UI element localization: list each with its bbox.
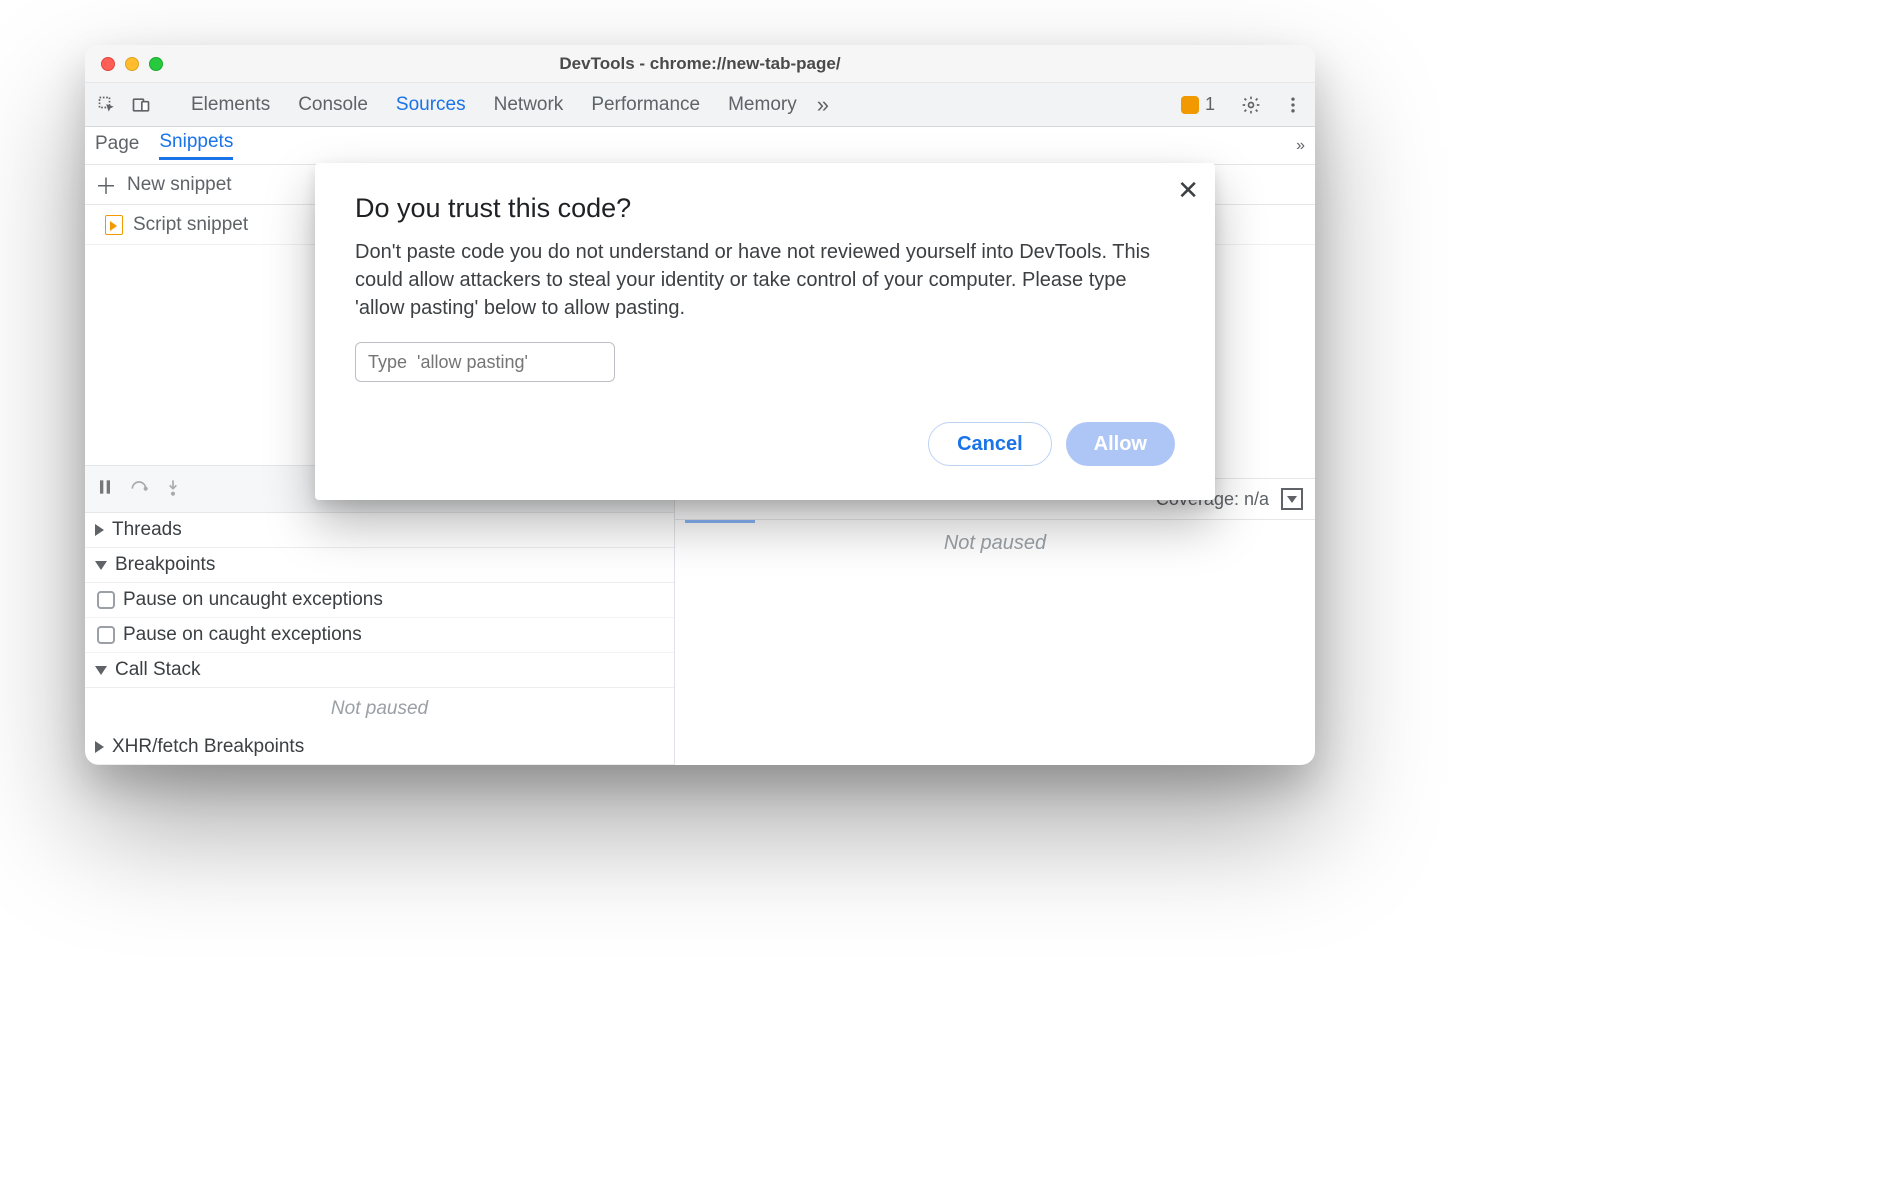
breakpoints-label: Breakpoints: [115, 554, 215, 576]
sources-tabs-overflow-icon[interactable]: »: [1296, 137, 1305, 155]
settings-gear-icon[interactable]: [1237, 91, 1265, 119]
triangle-right-icon: [95, 741, 104, 753]
callstack-not-paused: Not paused: [85, 688, 674, 730]
allow-button[interactable]: Allow: [1066, 422, 1175, 466]
tab-memory[interactable]: Memory: [728, 94, 797, 116]
triangle-right-icon: [95, 524, 104, 536]
window-traffic-lights: [85, 57, 163, 71]
callstack-label: Call Stack: [115, 659, 201, 681]
sources-navigator-tabs: Page Snippets »: [85, 127, 1315, 165]
devtools-panel-tabs: Elements Console Sources Network Perform…: [191, 94, 797, 116]
sources-tab-page[interactable]: Page: [95, 133, 139, 159]
step-over-icon[interactable]: [129, 477, 149, 502]
tab-elements[interactable]: Elements: [191, 94, 270, 116]
pause-resume-icon[interactable]: [95, 477, 115, 502]
sources-tab-snippets[interactable]: Snippets: [159, 131, 233, 160]
devtools-main-toolbar: Elements Console Sources Network Perform…: [85, 83, 1315, 127]
scope-pane: Not paused: [675, 520, 1315, 765]
xhr-breakpoints-label: XHR/fetch Breakpoints: [112, 736, 304, 758]
collapse-box-icon[interactable]: [1281, 488, 1303, 510]
window-title: DevTools - chrome://new-tab-page/: [85, 54, 1315, 74]
issues-count: 1: [1205, 94, 1215, 115]
devtools-window: DevTools - chrome://new-tab-page/ Elemen…: [85, 45, 1315, 765]
kebab-menu-icon[interactable]: [1279, 91, 1307, 119]
pane-active-indicator: [685, 520, 755, 523]
step-into-icon[interactable]: [163, 477, 183, 502]
plus-icon: ＋: [95, 169, 117, 201]
triangle-down-icon: [95, 666, 107, 675]
cancel-button[interactable]: Cancel: [928, 422, 1052, 466]
dialog-title: Do you trust this code?: [355, 193, 1175, 224]
bp-caught-label: Pause on caught exceptions: [123, 624, 362, 646]
issues-counter[interactable]: 1: [1181, 94, 1215, 115]
checkbox-caught[interactable]: [97, 626, 115, 644]
scope-not-paused-label: Not paused: [944, 532, 1046, 765]
inspect-element-icon[interactable]: [93, 91, 121, 119]
triangle-down-icon: [95, 561, 107, 570]
window-titlebar: DevTools - chrome://new-tab-page/: [85, 45, 1315, 83]
bp-caught-row[interactable]: Pause on caught exceptions: [85, 618, 674, 653]
threads-label: Threads: [112, 519, 182, 541]
section-xhr-breakpoints[interactable]: XHR/fetch Breakpoints: [85, 730, 674, 765]
section-breakpoints[interactable]: Breakpoints: [85, 548, 674, 583]
trust-code-dialog: ✕ Do you trust this code? Don't paste co…: [315, 163, 1215, 500]
window-close-button[interactable]: [101, 57, 115, 71]
section-threads[interactable]: Threads: [85, 513, 674, 548]
tab-console[interactable]: Console: [298, 94, 368, 116]
checkbox-uncaught[interactable]: [97, 591, 115, 609]
snippet-file-icon: [105, 215, 123, 235]
window-zoom-button[interactable]: [149, 57, 163, 71]
window-minimize-button[interactable]: [125, 57, 139, 71]
device-toolbar-icon[interactable]: [127, 91, 155, 119]
issues-icon: [1181, 96, 1199, 114]
tab-network[interactable]: Network: [494, 94, 564, 116]
tab-sources[interactable]: Sources: [396, 94, 466, 116]
dialog-close-icon[interactable]: ✕: [1177, 175, 1199, 206]
more-tabs-chevron-icon[interactable]: »: [817, 92, 829, 118]
allow-pasting-input[interactable]: [355, 342, 615, 382]
bp-uncaught-label: Pause on uncaught exceptions: [123, 589, 383, 611]
new-snippet-label: New snippet: [127, 174, 232, 196]
debugger-panel: Threads Breakpoints Pause on uncaught ex…: [85, 513, 674, 765]
dialog-body: Don't paste code you do not understand o…: [355, 238, 1175, 322]
bp-uncaught-row[interactable]: Pause on uncaught exceptions: [85, 583, 674, 618]
tab-performance[interactable]: Performance: [591, 94, 700, 116]
snippet-file-label: Script snippet: [133, 214, 248, 236]
section-callstack[interactable]: Call Stack: [85, 653, 674, 688]
